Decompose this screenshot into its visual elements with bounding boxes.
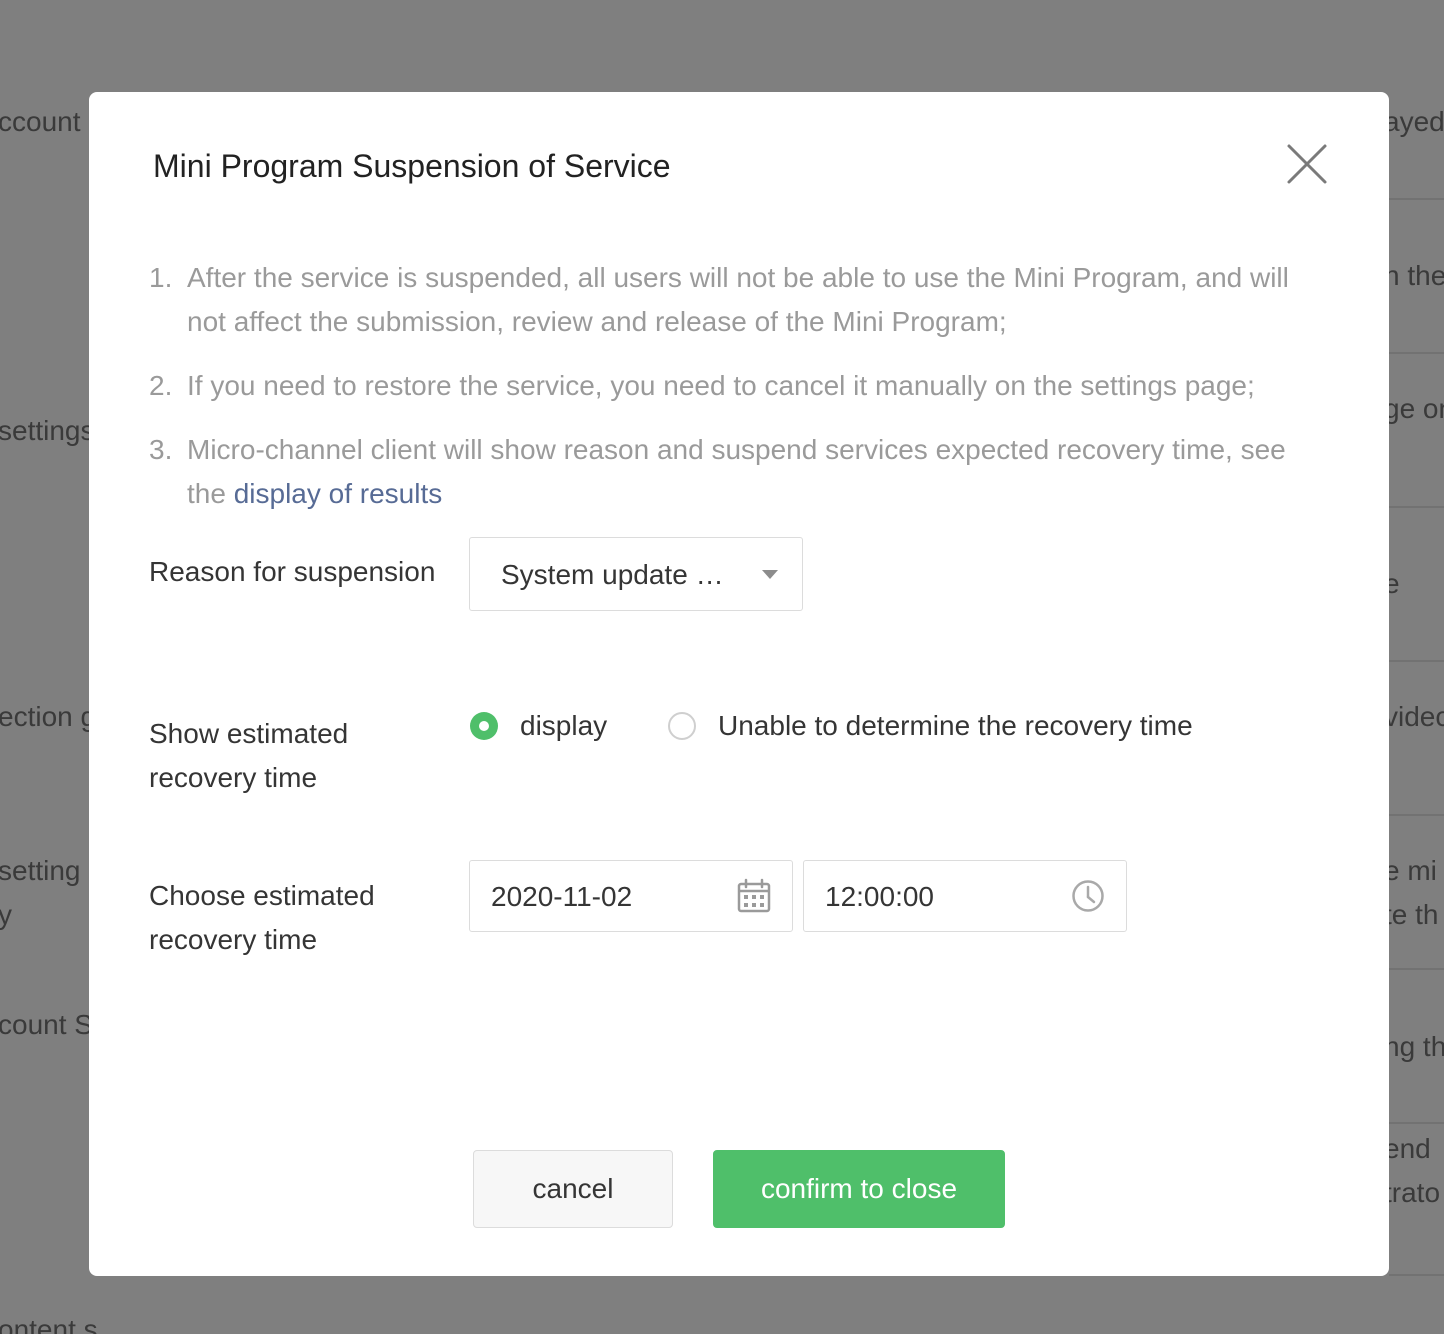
- reason-select-value: System update maintenance: [501, 559, 735, 590]
- background-text: y: [0, 899, 12, 930]
- dialog-title: Mini Program Suspension of Service: [153, 148, 671, 184]
- background-text: end: [1384, 1133, 1431, 1164]
- background-text: ontent s: [0, 1314, 98, 1334]
- reason-select[interactable]: System update maintenance: [469, 537, 803, 611]
- time-picker[interactable]: 12:00:00: [803, 860, 1127, 932]
- background-text: ge on: [1384, 393, 1444, 424]
- choose-time-label: Choose estimated recovery time: [149, 880, 375, 955]
- clock-icon: [1072, 880, 1104, 912]
- background-text: ng th: [1384, 1031, 1444, 1062]
- background-text: count S: [0, 1009, 93, 1040]
- radio-display[interactable]: display: [470, 704, 607, 748]
- dropdown-arrow-icon: [762, 570, 778, 579]
- date-picker[interactable]: 2020-11-02: [469, 860, 793, 932]
- notice-number: 3.: [149, 434, 173, 465]
- display-of-results-link[interactable]: display of results: [234, 478, 443, 509]
- background-text: trato: [1384, 1177, 1441, 1208]
- notice-text: If you need to restore the service, you …: [187, 370, 1255, 401]
- radio-display-label: display: [520, 710, 608, 741]
- close-icon: [1287, 144, 1327, 184]
- background-text: videc: [1384, 701, 1444, 732]
- background-divider: [1389, 352, 1444, 354]
- confirm-close-button[interactable]: confirm to close: [713, 1150, 1005, 1228]
- cancel-button[interactable]: cancel: [473, 1150, 673, 1228]
- date-value: 2020-11-02: [491, 881, 633, 912]
- notice-number: 1.: [149, 262, 173, 293]
- reason-label: Reason for suspension: [149, 556, 436, 587]
- close-button[interactable]: [1283, 140, 1331, 188]
- notice-number: 2.: [149, 370, 173, 401]
- background-divider: [1389, 198, 1444, 200]
- radio-undetermined-label: Unable to determine the recovery time: [718, 710, 1193, 741]
- background-text: setting: [0, 855, 81, 886]
- notice-list: 1. After the service is suspended, all u…: [149, 256, 1329, 536]
- radio-undetermined[interactable]: Unable to determine the recovery time: [668, 704, 1193, 748]
- notice-item: 1. After the service is suspended, all u…: [149, 256, 1329, 344]
- background-divider: [1389, 968, 1444, 970]
- background-divider: [1389, 1122, 1444, 1124]
- calendar-icon: [737, 878, 771, 913]
- background-text: te th: [1384, 899, 1439, 930]
- show-time-label: Show estimated recovery time: [149, 718, 349, 793]
- background-text: ection g: [0, 701, 97, 732]
- background-divider: [1389, 814, 1444, 816]
- notice-item: 2. If you need to restore the service, y…: [149, 364, 1329, 408]
- background-text: ccount: [0, 106, 81, 137]
- radio-checked-icon: [470, 712, 498, 740]
- notice-text: After the service is suspended, all user…: [187, 262, 1289, 337]
- background-text: settings: [0, 415, 95, 446]
- background-text: n the: [1384, 260, 1444, 291]
- suspension-dialog: Mini Program Suspension of Service 1. Af…: [89, 92, 1389, 1276]
- background-text: e mi: [1384, 855, 1437, 886]
- background-text: ayed: [1384, 106, 1444, 137]
- time-value: 12:00:00: [825, 881, 934, 912]
- background-divider: [1389, 660, 1444, 662]
- radio-unchecked-icon: [668, 712, 696, 740]
- notice-item: 3. Micro-channel client will show reason…: [149, 428, 1329, 516]
- background-divider: [1389, 506, 1444, 508]
- background-divider: [1389, 1274, 1444, 1276]
